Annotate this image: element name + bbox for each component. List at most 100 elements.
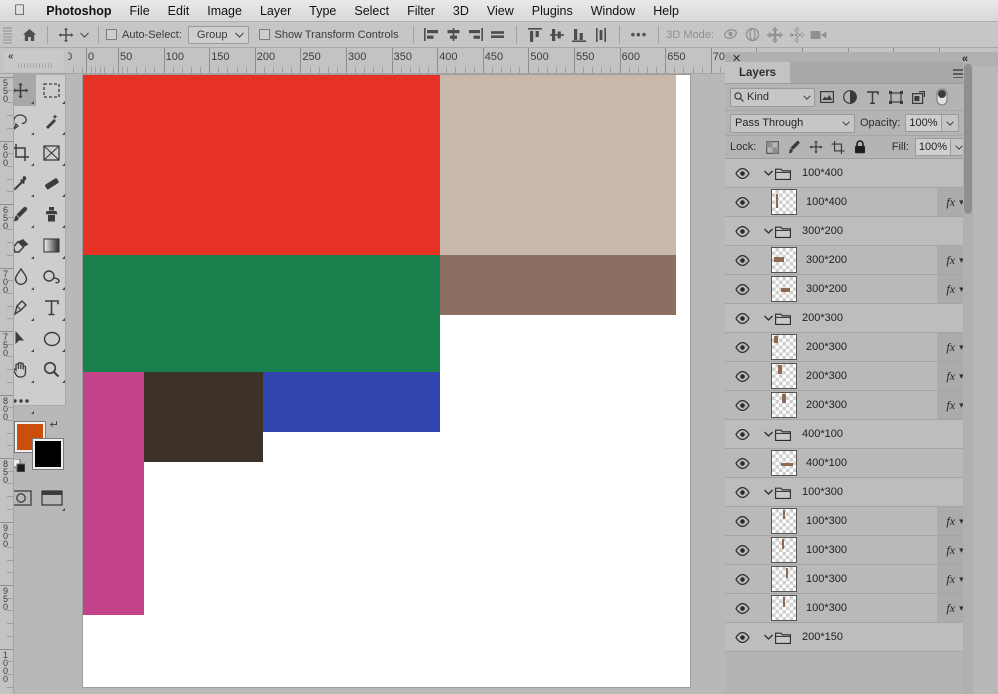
layer-row[interactable]: 100*300 fx ▾ [725, 507, 973, 536]
layer-thumbnail[interactable] [771, 566, 797, 592]
ellipse-tool[interactable] [36, 323, 67, 354]
auto-select-scope-dropdown[interactable]: Group [187, 25, 249, 44]
eye-icon[interactable] [725, 167, 759, 179]
lock-artboard-nesting-icon[interactable] [828, 138, 848, 156]
layer-group-row[interactable]: 200*150 [725, 623, 973, 652]
chevron-down-icon[interactable] [759, 489, 773, 495]
pixel-layer-filter-icon[interactable] [815, 87, 838, 107]
layer-row[interactable]: 100*300 fx ▾ [725, 594, 973, 623]
blue-rectangle[interactable] [263, 372, 440, 432]
menu-item-plugins[interactable]: Plugins [523, 4, 582, 18]
eye-icon[interactable] [725, 225, 759, 237]
layer-row[interactable]: 100*400 fx ▾ [725, 188, 973, 217]
menu-item-filter[interactable]: Filter [398, 4, 444, 18]
eye-icon[interactable] [725, 544, 759, 556]
opacity-stepper-chevron-down-icon[interactable] [941, 114, 959, 132]
eye-icon[interactable] [725, 341, 759, 353]
zoom-tool[interactable] [36, 354, 67, 385]
chevron-down-icon[interactable] [759, 170, 773, 176]
chevron-down-icon[interactable] [759, 634, 773, 640]
eye-icon[interactable] [725, 399, 759, 411]
fill-field-group[interactable]: 100% [914, 138, 968, 156]
menu-item-file[interactable]: File [121, 4, 159, 18]
align-top-edges-icon[interactable] [487, 25, 509, 45]
gradient-tool[interactable] [36, 230, 67, 261]
eye-icon[interactable] [725, 602, 759, 614]
layers-list[interactable]: 100*400 100*400 fx ▾ 300*200 300*200 fx ▾ 300*20… [725, 159, 973, 693]
layer-row[interactable]: 200*300 fx ▾ [725, 333, 973, 362]
document-canvas[interactable] [83, 75, 690, 687]
frame-tool[interactable] [36, 137, 67, 168]
type-tool[interactable] [36, 292, 67, 323]
rectangular-marquee-tool[interactable] [36, 75, 67, 106]
quick-selection-tool[interactable] [36, 106, 67, 137]
distribute-vertical-icon[interactable] [590, 25, 612, 45]
chevron-down-icon[interactable] [759, 431, 773, 437]
eye-icon[interactable] [725, 428, 759, 440]
tab-layers[interactable]: Layers [725, 62, 791, 83]
auto-select-checkbox[interactable] [106, 29, 117, 40]
show-transform-checkbox[interactable] [258, 29, 270, 40]
auto-select-control[interactable]: Auto-Select: [106, 29, 188, 41]
eye-icon[interactable] [725, 457, 759, 469]
layer-group-row[interactable]: 100*400 [725, 159, 973, 188]
camera-3d-icon[interactable] [808, 25, 830, 45]
adjustment-layer-filter-icon[interactable] [838, 87, 861, 107]
layer-row[interactable]: 100*300 fx ▾ [725, 565, 973, 594]
healing-brush-tool[interactable] [36, 168, 67, 199]
fx-badge[interactable]: fx [946, 601, 955, 616]
fx-badge[interactable]: fx [946, 253, 955, 268]
shape-layer-filter-icon[interactable] [884, 87, 907, 107]
layer-thumbnail[interactable] [771, 189, 797, 215]
lock-transparent-pixels-icon[interactable] [762, 138, 782, 156]
layer-thumbnail[interactable] [771, 508, 797, 534]
fx-badge[interactable]: fx [946, 514, 955, 529]
clone-stamp-tool[interactable] [36, 199, 67, 230]
align-right-edges-icon[interactable] [465, 25, 487, 45]
layer-row[interactable]: 300*200 fx ▾ [725, 246, 973, 275]
fx-badge[interactable]: fx [946, 369, 955, 384]
layer-thumbnail[interactable] [771, 363, 797, 389]
layer-row[interactable]: 300*200 fx ▾ [725, 275, 973, 304]
layer-thumbnail[interactable] [771, 392, 797, 418]
lock-all-icon[interactable] [850, 138, 870, 156]
tool-preset-chevron-down-icon[interactable] [77, 25, 91, 45]
eye-icon[interactable] [725, 631, 759, 643]
filter-kind-dropdown[interactable]: Kind [730, 87, 815, 107]
options-bar-grip[interactable] [3, 25, 12, 44]
lock-position-icon[interactable] [806, 138, 826, 156]
align-left-edges-icon[interactable] [421, 25, 443, 45]
fx-badge[interactable]: fx [946, 572, 955, 587]
menu-item-edit[interactable]: Edit [159, 4, 199, 18]
more-options-button[interactable]: ••• [627, 27, 652, 42]
panel-collapse-button[interactable]: « [4, 50, 64, 72]
layer-group-row[interactable]: 300*200 [725, 217, 973, 246]
menu-item-view[interactable]: View [478, 4, 523, 18]
brown-rectangle[interactable] [440, 255, 676, 315]
layer-row[interactable]: 400*100 [725, 449, 973, 478]
red-rectangle[interactable] [83, 75, 440, 255]
menu-item-3d[interactable]: 3D [444, 4, 478, 18]
show-transform-controls-control[interactable]: Show Transform Controls [258, 29, 405, 41]
eye-icon[interactable] [725, 283, 759, 295]
layer-row[interactable]: 200*300 fx ▾ [725, 391, 973, 420]
fx-badge[interactable]: fx [946, 282, 955, 297]
dodge-tool[interactable] [36, 261, 67, 292]
layer-group-row[interactable]: 200*300 [725, 304, 973, 333]
opacity-value[interactable]: 100% [905, 114, 942, 132]
screen-mode-icon[interactable] [36, 482, 67, 513]
layer-thumbnail[interactable] [771, 450, 797, 476]
fill-value[interactable]: 100% [914, 138, 951, 156]
background-color-swatch[interactable] [33, 439, 63, 469]
type-layer-filter-icon[interactable] [861, 87, 884, 107]
swap-colors-icon[interactable]: ↵ [50, 418, 59, 431]
home-icon[interactable] [18, 25, 40, 45]
eye-icon[interactable] [725, 573, 759, 585]
menu-item-window[interactable]: Window [582, 4, 644, 18]
magenta-rectangle[interactable] [83, 372, 144, 615]
apple-logo-icon[interactable]:  [0, 3, 37, 18]
layer-group-row[interactable]: 400*100 [725, 420, 973, 449]
opacity-field-group[interactable]: 100% [905, 114, 959, 132]
fx-badge[interactable]: fx [946, 195, 955, 210]
dark-brown-rectangle[interactable] [144, 372, 263, 462]
